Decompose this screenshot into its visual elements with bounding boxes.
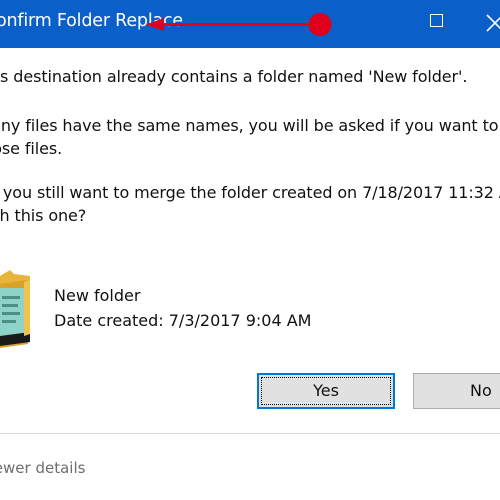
maximize-button[interactable] — [414, 0, 460, 48]
maximize-icon — [430, 14, 443, 27]
destination-message: This destination already contains a fold… — [0, 67, 468, 86]
footer-divider — [0, 433, 500, 434]
yes-button[interactable]: Yes — [257, 373, 395, 409]
same-names-message: If any files have the same names, you wi… — [0, 116, 500, 135]
focus-ring — [261, 377, 391, 405]
merge-question-cont: with this one? — [0, 206, 87, 225]
close-button[interactable] — [472, 0, 500, 48]
window-title: Confirm Folder Replace — [0, 11, 184, 31]
folder-name: New folder — [54, 286, 141, 305]
fewer-details-toggle[interactable]: Fewer details — [0, 459, 85, 477]
same-names-message-cont: those files. — [0, 139, 63, 158]
folder-icon — [0, 270, 30, 348]
no-button[interactable]: No — [413, 373, 500, 409]
folder-date-created: Date created: 7/3/2017 9:04 AM — [54, 311, 312, 330]
no-button-label: No — [470, 381, 492, 400]
confirm-folder-replace-dialog: Confirm Folder Replace This destination … — [0, 0, 500, 500]
title-bar[interactable]: Confirm Folder Replace — [0, 0, 500, 48]
close-icon — [486, 14, 500, 32]
merge-question: Do you still want to merge the folder cr… — [0, 183, 500, 202]
